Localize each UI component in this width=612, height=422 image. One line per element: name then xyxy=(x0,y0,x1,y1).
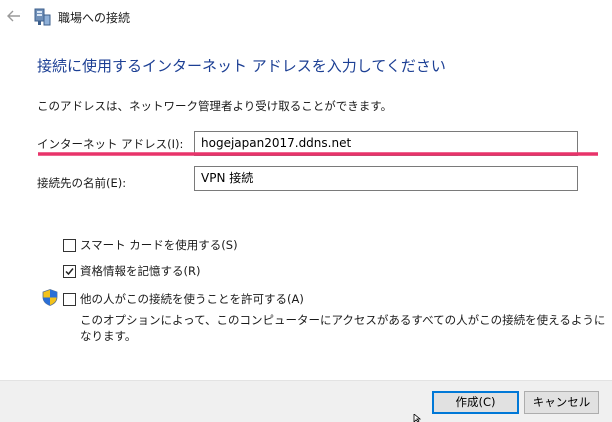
internet-address-label: インターネット アドレス(I): xyxy=(37,137,184,151)
internet-address-input[interactable]: hogejapan2017.ddns.net xyxy=(194,131,578,156)
destination-name-label: 接続先の名前(E): xyxy=(37,176,127,190)
allow-others-checkbox[interactable] xyxy=(63,292,76,306)
cancel-button[interactable]: キャンセル xyxy=(524,391,599,414)
smart-card-checkbox[interactable] xyxy=(63,238,76,252)
network-icon xyxy=(34,8,51,26)
description-text: このアドレスは、ネットワーク管理者より受け取ることができます。 xyxy=(37,99,393,113)
smart-card-label: スマート カードを使用する(S) xyxy=(80,238,238,252)
smart-card-option[interactable]: スマート カードを使用する(S) xyxy=(63,237,238,253)
back-arrow-icon xyxy=(7,10,20,22)
allow-others-option[interactable]: 他の人がこの接続を使うことを許可する(A) xyxy=(63,291,304,307)
remember-credentials-label: 資格情報を記憶する(R) xyxy=(80,264,201,278)
checkmark-icon xyxy=(65,267,74,275)
allow-others-note: このオプションによって、このコンピューターにアクセスがあるすべての人がこの接続を… xyxy=(80,313,606,343)
allow-others-label: 他の人がこの接続を使うことを許可する(A) xyxy=(80,292,304,306)
remember-credentials-option[interactable]: 資格情報を記憶する(R) xyxy=(63,263,200,279)
mouse-cursor-icon xyxy=(413,414,422,422)
remember-credentials-checkbox[interactable] xyxy=(63,264,76,278)
page-heading: 接続に使用するインターネット アドレスを入力してください xyxy=(37,57,446,75)
uac-shield-icon xyxy=(42,289,58,306)
window-title: 職場への接続 xyxy=(58,11,131,25)
create-button[interactable]: 作成(C) xyxy=(432,391,519,414)
dialog-footer xyxy=(0,380,612,422)
destination-name-input[interactable]: VPN 接続 xyxy=(194,166,578,191)
back-button[interactable] xyxy=(4,6,24,26)
title-bar: 職場への接続 xyxy=(0,0,612,34)
